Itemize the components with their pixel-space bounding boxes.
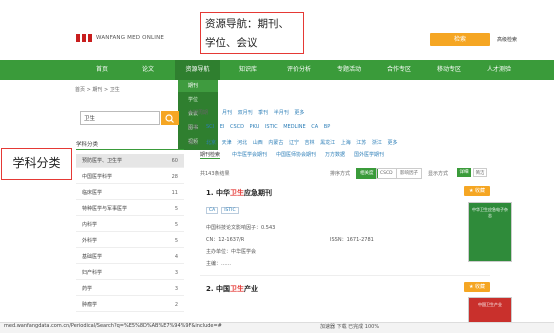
view-detail-button[interactable]: 详细 (457, 168, 471, 177)
advanced-search-link[interactable]: 高级检索 (497, 36, 517, 43)
nav-evaluation[interactable]: 评价分析 (277, 60, 321, 80)
nav-home[interactable]: 首页 (84, 60, 120, 80)
sort-relevance-button[interactable]: 相关度 (356, 168, 378, 179)
result-title[interactable]: 1. 中华卫生应急期刊 (206, 188, 272, 198)
category-row[interactable]: 基础医学 4 (76, 250, 184, 264)
cover-title: 中国卫生产业 (478, 302, 502, 307)
result-count: 共143条结果 (200, 171, 230, 177)
tab-wanfang[interactable]: 万方数据 (325, 151, 345, 158)
category-row[interactable]: 肿瘤学 2 (76, 298, 184, 312)
journal-cover-image[interactable]: 中国卫生产业 (468, 297, 512, 323)
category-row[interactable]: 外科学 5 (76, 234, 184, 248)
tab-journal-search[interactable]: 期刊检索 (200, 151, 221, 159)
sort-impact-button[interactable]: 影响因子 (396, 168, 422, 179)
filter-label-cycle: 出版周期 (188, 110, 209, 116)
category-row[interactable]: 特种医学与军事医学 5 (76, 202, 184, 216)
logo-text[interactable]: WANFANG MED ONLINE (96, 35, 164, 41)
nav-resource[interactable]: 资源导航 (175, 60, 220, 80)
filter-label-index: 收录 (188, 125, 199, 131)
status-tools: 加速器 下载 已完成 100% (320, 324, 380, 330)
cover-title: 中华卫生应急电子杂志 (472, 207, 508, 218)
sidebar-title: 学科分类 (76, 142, 99, 148)
sort-label: 排序方式 (330, 171, 351, 177)
dropdown-item-degree[interactable]: 学位 (178, 94, 218, 106)
favorite-button[interactable]: ★ 收藏 (464, 282, 490, 292)
filter-options-region[interactable]: 北京 天津 河北 山西 内蒙古 辽宁 吉林 黑龙江 上海 江苏 浙江 更多 (206, 139, 398, 146)
status-url: med.wanfangdata.com.cn/Periodical/Search… (4, 323, 222, 329)
nav-knowledge[interactable]: 知识库 (228, 60, 268, 80)
result-sponsor: 主办单位：中华医学会 (206, 249, 257, 255)
sidebar-divider (76, 149, 184, 150)
nav-talent[interactable]: 人才测验 (477, 60, 521, 80)
result-cn: CN：12-1637/R (206, 237, 245, 243)
view-simple-button[interactable]: 简洁 (473, 168, 487, 177)
filter-label-region: 地区 (188, 140, 199, 146)
tab-foreign-journals[interactable]: 国外医学期刊 (354, 151, 384, 158)
result-tags: CA ISTIC (206, 207, 242, 214)
search-button[interactable]: 检索 (430, 33, 490, 46)
nav-cooperation[interactable]: 合作专区 (377, 60, 421, 80)
tag-istic[interactable]: ISTIC (221, 207, 239, 214)
sort-cscd-button[interactable]: CSCD (376, 168, 397, 179)
tab-cma-journals[interactable]: 中华医学会期刊 (232, 151, 267, 158)
category-row[interactable]: 药学 3 (76, 282, 184, 296)
callout-subject-classification: 学科分类 (1, 148, 72, 180)
journal-cover-image[interactable]: 中华卫生应急电子杂志 (468, 202, 512, 262)
result-title[interactable]: 2. 中国卫生产业 (206, 284, 258, 294)
breadcrumb: 首页 > 期刊 > 卫生 (75, 87, 120, 93)
result-issn: ISSN：1671-2781 (330, 237, 374, 243)
search-icon[interactable] (161, 111, 179, 125)
nav-topics[interactable]: 专题活动 (327, 60, 371, 80)
tag-ca[interactable]: CA (206, 207, 219, 214)
result-impact-factor: 中国科技论文影响因子：0.543 (206, 225, 276, 231)
main-nav: 首页 论文 资源导航 知识库 评价分析 专题活动 合作专区 移动专区 人才测验 (0, 60, 554, 80)
result-editor: 主编：…… (206, 261, 232, 267)
category-row[interactable]: 预防医学、卫生学 60 (76, 154, 184, 168)
nav-mobile[interactable]: 移动专区 (427, 60, 471, 80)
category-row[interactable]: 中国医学科学 28 (76, 170, 184, 184)
filter-options-index[interactable]: SCI EI CSCD PKU ISTIC MEDLINE CA BP (206, 124, 330, 130)
tab-cmda-journals[interactable]: 中国医师协会期刊 (276, 151, 316, 158)
dropdown-item-journal[interactable]: 期刊 (178, 80, 218, 92)
search-input-value: 卫生 (84, 116, 96, 122)
category-row[interactable]: 内科学 5 (76, 218, 184, 232)
category-row[interactable]: 妇产科学 3 (76, 266, 184, 280)
nav-papers[interactable]: 论文 (131, 60, 165, 80)
logo-icon[interactable] (76, 34, 92, 42)
category-row[interactable]: 临床医学 11 (76, 186, 184, 200)
result-divider (200, 275, 490, 276)
callout-resource-navigation: 资源导航：期刊、学位、会议 (200, 12, 304, 54)
display-label: 显示方式 (428, 171, 449, 177)
favorite-button[interactable]: ★ 收藏 (464, 186, 490, 196)
filter-options-cycle[interactable]: 月刊 双月刊 季刊 半月刊 更多 (222, 109, 304, 116)
